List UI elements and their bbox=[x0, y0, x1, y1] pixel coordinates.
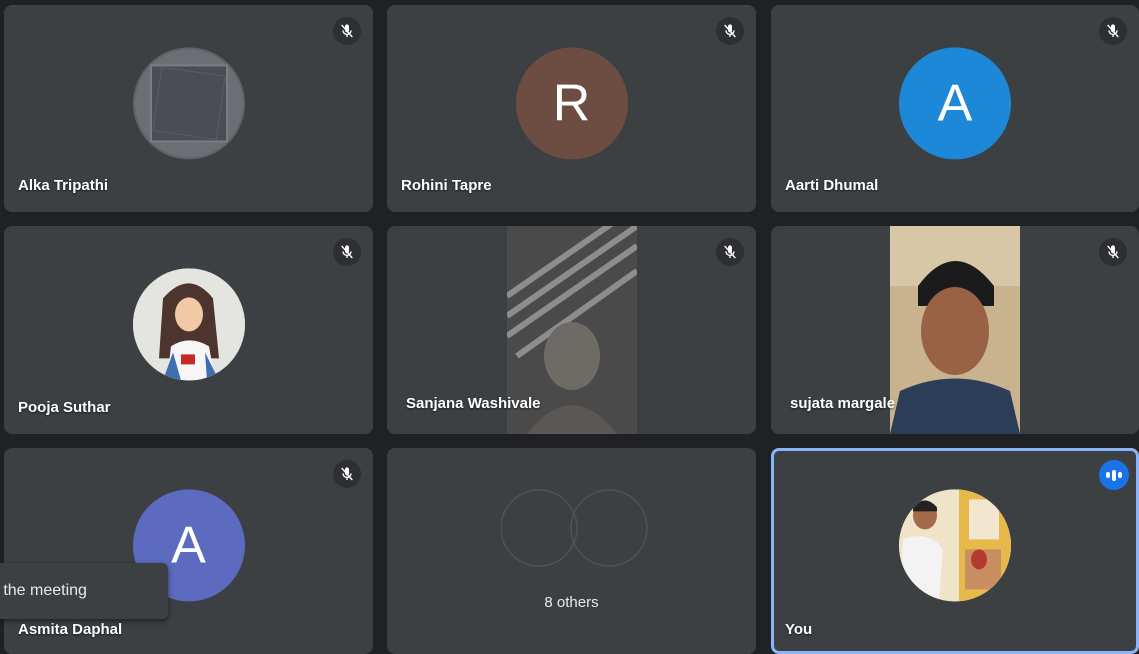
mic-off-icon bbox=[333, 238, 361, 266]
participant-tile-sanjana-washivale[interactable]: Sanjana Washivale bbox=[387, 226, 756, 434]
participant-tile-aarti-dhumal[interactable]: A Aarti Dhumal bbox=[771, 5, 1139, 212]
mic-off-icon bbox=[1099, 17, 1127, 45]
participant-tile-rohini-tapre[interactable]: R Rohini Tapre bbox=[387, 5, 756, 212]
participant-name: Sanjana Washivale bbox=[406, 395, 541, 412]
mic-off-icon bbox=[333, 460, 361, 488]
mic-off-icon bbox=[716, 238, 744, 266]
video-feed bbox=[890, 226, 1020, 434]
participant-name: Aarti Dhumal bbox=[785, 177, 879, 194]
left-meeting-toast: ft the meeting bbox=[0, 563, 168, 619]
participant-name: sujata margale bbox=[790, 395, 896, 412]
avatar: R bbox=[515, 46, 628, 159]
avatar-initial: A bbox=[937, 73, 973, 132]
participant-name: Asmita Daphal bbox=[18, 621, 123, 638]
mic-off-icon bbox=[333, 17, 361, 45]
participant-name: Alka Tripathi bbox=[18, 177, 109, 194]
participant-tile-you[interactable]: You bbox=[771, 448, 1139, 654]
avatar-initial: R bbox=[552, 73, 591, 132]
participant-name: Rohini Tapre bbox=[401, 177, 492, 194]
speaking-indicator-icon bbox=[1099, 460, 1129, 490]
toast-text: ft the meeting bbox=[0, 582, 87, 599]
participant-tile-sujata-margale[interactable]: sujata margale bbox=[771, 226, 1139, 434]
participant-name: Pooja Suthar bbox=[18, 399, 111, 416]
participant-tile-pooja-suthar[interactable]: Pooja Suthar bbox=[4, 226, 373, 434]
mic-off-icon bbox=[716, 17, 744, 45]
participant-name: You bbox=[785, 621, 813, 638]
avatar-photo bbox=[132, 268, 245, 381]
others-tile[interactable]: 8 others bbox=[387, 448, 756, 654]
participant-tile-alka-tripathi[interactable]: Alka Tripathi bbox=[4, 5, 373, 212]
avatar-photo bbox=[899, 489, 1011, 602]
avatar-initial: A bbox=[171, 516, 206, 575]
others-avatars-icon bbox=[501, 489, 648, 567]
others-count-label: 8 others bbox=[544, 594, 599, 611]
participant-tile-asmita-daphal[interactable]: A Asmita Daphal bbox=[4, 448, 373, 654]
avatar bbox=[132, 46, 245, 159]
avatar: A bbox=[899, 46, 1011, 159]
mic-off-icon bbox=[1099, 238, 1127, 266]
